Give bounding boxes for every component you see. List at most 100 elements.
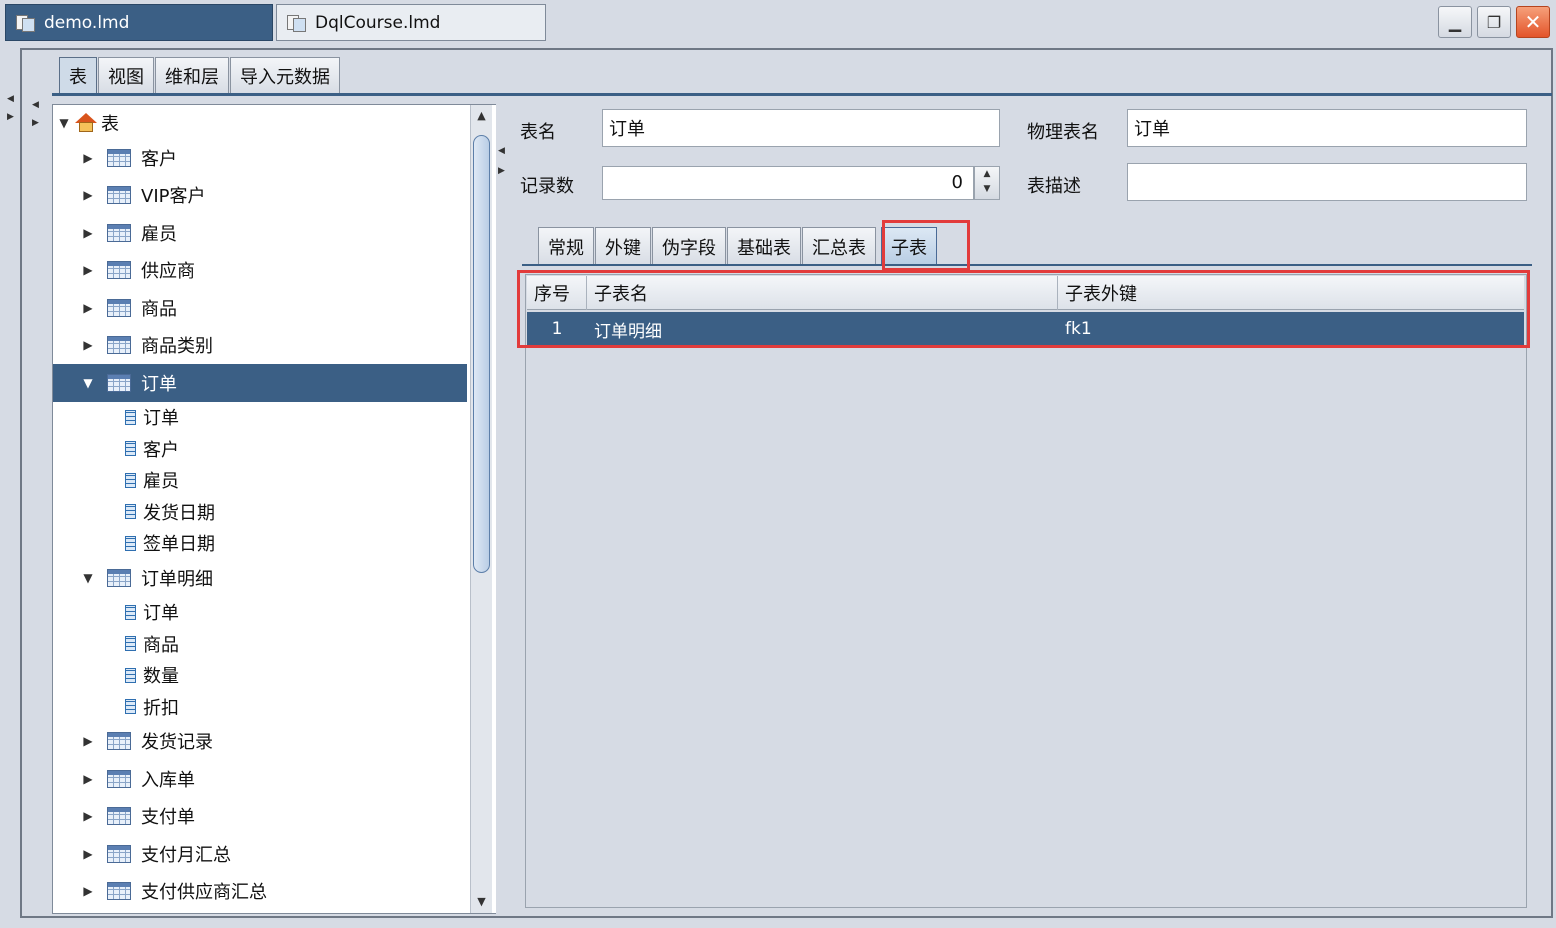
table-icon <box>107 732 131 751</box>
expand-right-icon[interactable]: ▶ <box>7 112 14 122</box>
collapsed-arrow-icon[interactable]: ▶ <box>81 188 95 202</box>
tree-item-table[interactable]: ▶ 雇员 <box>53 214 467 252</box>
tree-item-table[interactable]: ▶ 供应商 <box>53 252 467 290</box>
tab-views[interactable]: 视图 <box>98 57 154 93</box>
doc-tab-dqlcourse[interactable]: DqlCourse.lmd <box>276 4 546 41</box>
minimize-icon: ▁ <box>1448 12 1462 32</box>
tree-item-field[interactable]: 订单 <box>53 402 467 434</box>
left-collapse-gutter[interactable]: ◀ ▶ <box>0 90 20 928</box>
table-icon <box>107 186 131 205</box>
tree-item-label: 折扣 <box>143 697 179 719</box>
minimize-button[interactable]: ▁ <box>1438 6 1472 38</box>
scroll-down-icon[interactable]: ▼ <box>471 891 492 913</box>
field-icon <box>125 604 136 620</box>
record-count-spinner[interactable]: 0 ▲ ▼ <box>602 166 1002 200</box>
tree-item-table[interactable]: ▶ 客户 <box>53 139 467 177</box>
collapsed-arrow-icon[interactable]: ▶ <box>81 734 95 748</box>
tab-dimensions[interactable]: 维和层 <box>155 57 229 93</box>
table-icon <box>107 844 131 863</box>
collapsed-arrow-icon[interactable]: ▶ <box>81 301 95 315</box>
tree-item-field[interactable]: 数量 <box>53 660 467 692</box>
tree-item-field[interactable]: 雇员 <box>53 465 467 497</box>
tree-item-table[interactable]: ▶ 支付供应商汇总 <box>53 873 467 911</box>
editor-frame: ◀ ▶ 表 视图 维和层 导入元数据 ▼ 表 ▶ 客户 ▶ VIP客户 ▶ 雇员 ▶ 供应商 ▶… <box>20 48 1553 918</box>
tree-item-table[interactable]: ▶ 支付单 <box>53 798 467 836</box>
expanded-arrow-icon[interactable]: ▼ <box>57 116 71 130</box>
record-count-value[interactable]: 0 <box>602 166 974 200</box>
splitter-right-icon[interactable]: ▶ <box>498 166 505 176</box>
collapsed-arrow-icon[interactable]: ▶ <box>81 226 95 240</box>
tree-item-table[interactable]: ▶ 支付月汇总 <box>53 835 467 873</box>
tree-item-label: 支付供应商汇总 <box>141 882 267 904</box>
tab-tables[interactable]: 表 <box>59 57 97 93</box>
tab-foreign-keys[interactable]: 外键 <box>595 227 651 265</box>
table-tree[interactable]: ▼ 表 ▶ 客户 ▶ VIP客户 ▶ 雇员 ▶ 供应商 ▶ 商品 ▶ 商品类别 ▼ 订单 订单 客户 雇员 发货日… <box>52 104 500 914</box>
collapsed-arrow-icon[interactable]: ▶ <box>81 847 95 861</box>
table-icon <box>107 769 131 788</box>
tree-item-label: 支付单 <box>141 807 195 829</box>
tab-base-tables[interactable]: 基础表 <box>727 227 801 265</box>
collapsed-arrow-icon[interactable]: ▶ <box>81 151 95 165</box>
splitter-left-icon[interactable]: ◀ <box>498 146 505 156</box>
close-button[interactable]: ✕ <box>1516 6 1550 38</box>
panel-expand-right-icon[interactable]: ▶ <box>32 118 39 128</box>
table-icon <box>107 336 131 355</box>
doc-tab-label: DqlCourse.lmd <box>315 12 441 33</box>
tree-item-label: 发货记录 <box>141 732 213 754</box>
tree-item-table[interactable]: ▶ 入库单 <box>53 760 467 798</box>
tree-item-label: VIP客户 <box>141 186 206 208</box>
field-icon <box>125 504 136 520</box>
spinner-up-icon[interactable]: ▲ <box>975 167 999 182</box>
tree-item-label: 雇员 <box>143 471 179 493</box>
tree-item-label: 签单日期 <box>143 534 215 556</box>
panel-collapse-left-icon[interactable]: ◀ <box>32 100 39 110</box>
tree-item-label: 发货日期 <box>143 502 215 524</box>
table-icon <box>107 882 131 901</box>
tree-item-table[interactable]: ▶ 商品类别 <box>53 327 467 365</box>
tree-item-label: 订单 <box>143 603 179 625</box>
tree-root[interactable]: ▼ 表 <box>53 105 467 141</box>
scroll-up-icon[interactable]: ▲ <box>471 105 492 127</box>
collapsed-arrow-icon[interactable]: ▶ <box>81 772 95 786</box>
tree-item-field[interactable]: 发货日期 <box>53 496 467 528</box>
tab-import-metadata[interactable]: 导入元数据 <box>230 57 340 93</box>
spinner-arrows[interactable]: ▲ ▼ <box>974 166 1000 200</box>
panel-splitter[interactable]: ◀ ▶ <box>496 104 508 914</box>
collapsed-arrow-icon[interactable]: ▶ <box>81 263 95 277</box>
field-icon <box>125 699 136 715</box>
tree-item-table[interactable]: ▶ 发货记录 <box>53 723 467 761</box>
collapsed-arrow-icon[interactable]: ▶ <box>81 809 95 823</box>
table-name-field[interactable]: 订单 <box>602 109 1000 147</box>
physical-name-field[interactable]: 订单 <box>1127 109 1527 147</box>
tree-item-field[interactable]: 折扣 <box>53 691 467 723</box>
tree-item-table[interactable]: ▶ VIP客户 <box>53 177 467 215</box>
tree-item-field[interactable]: 订单 <box>53 597 467 629</box>
tree-item-field[interactable]: 签单日期 <box>53 528 467 560</box>
tree-item-label: 订单 <box>143 408 179 430</box>
tree-item-field[interactable]: 商品 <box>53 628 467 660</box>
tree-item-table[interactable]: ▼ 订单 <box>53 364 467 402</box>
field-icon <box>125 441 136 457</box>
collapsed-arrow-icon[interactable]: ▶ <box>81 884 95 898</box>
collapse-left-icon[interactable]: ◀ <box>7 94 14 104</box>
tree-item-table[interactable]: ▶ 商品 <box>53 289 467 327</box>
description-label: 表描述 <box>1027 176 1081 197</box>
tree-item-table[interactable]: ▼ 订单明细 <box>53 559 467 597</box>
tree-item-label: 订单明细 <box>141 568 213 590</box>
expanded-arrow-icon[interactable]: ▼ <box>81 376 95 390</box>
tab-general[interactable]: 常规 <box>538 227 594 265</box>
tab-summary-tables[interactable]: 汇总表 <box>802 227 876 265</box>
expanded-arrow-icon[interactable]: ▼ <box>81 571 95 585</box>
collapsed-arrow-icon[interactable]: ▶ <box>81 338 95 352</box>
tree-scrollbar[interactable]: ▲ ▼ <box>470 105 492 913</box>
table-icon <box>107 568 131 587</box>
scroll-thumb[interactable] <box>473 135 490 573</box>
tree-item-field[interactable]: 客户 <box>53 433 467 465</box>
spinner-down-icon[interactable]: ▼ <box>975 182 999 197</box>
detail-tab-bar: 常规 外键 伪字段 基础表 汇总表 子表 <box>538 227 938 265</box>
doc-tab-demo[interactable]: demo.lmd <box>5 4 273 41</box>
restore-button[interactable]: ❐ <box>1477 6 1511 38</box>
description-field[interactable] <box>1127 163 1527 201</box>
tab-pseudo-fields[interactable]: 伪字段 <box>652 227 726 265</box>
physical-name-label: 物理表名 <box>1027 122 1099 143</box>
